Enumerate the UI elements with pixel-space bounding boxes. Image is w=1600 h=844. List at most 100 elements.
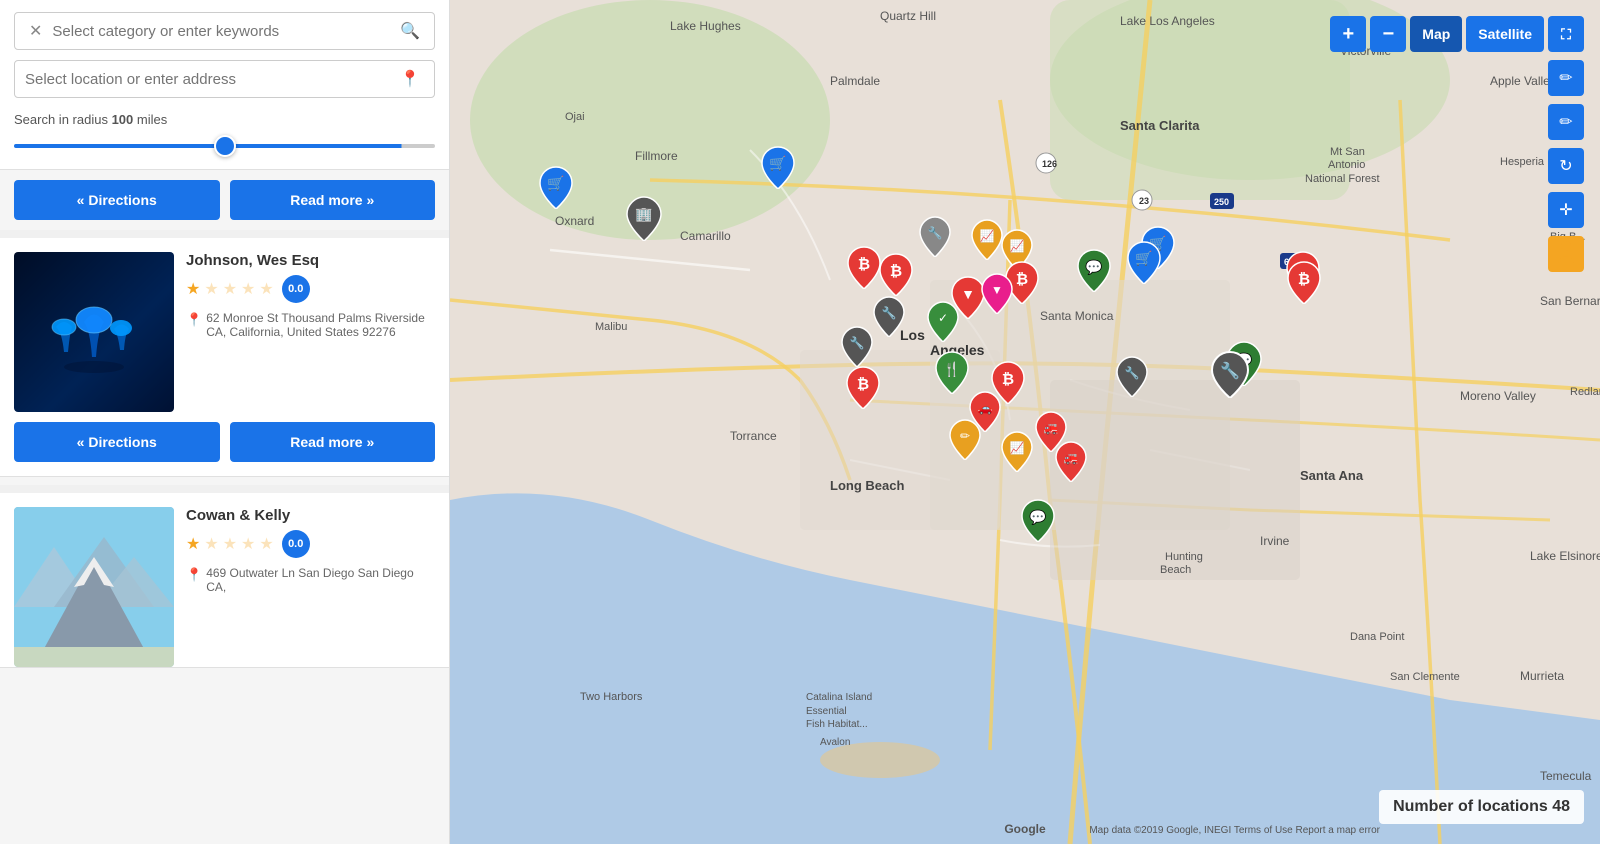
location-search-input[interactable] bbox=[25, 71, 396, 88]
star-3: ★ bbox=[223, 279, 237, 299]
svg-text:Palmdale: Palmdale bbox=[830, 74, 880, 88]
radius-label: Search in radius 100 miles bbox=[14, 112, 435, 127]
svg-text:Temecula: Temecula bbox=[1540, 769, 1592, 783]
map-controls-top-right: + − Map Satellite ⛶ bbox=[1330, 16, 1584, 52]
svg-text:Torrance: Torrance bbox=[730, 429, 777, 443]
listing-name-cowan: Cowan & Kelly bbox=[186, 507, 435, 524]
satellite-view-button[interactable]: Satellite bbox=[1466, 16, 1544, 52]
radius-value: 100 bbox=[112, 112, 134, 127]
listing-card-cowan: Cowan & Kelly ★ ★ ★ ★ ★ 0.0 📍 469 Outwat… bbox=[0, 493, 449, 668]
radius-slider[interactable] bbox=[14, 144, 435, 148]
svg-text:605: 605 bbox=[1284, 257, 1299, 267]
svg-text:Los: Los bbox=[900, 327, 925, 343]
star-4: ★ bbox=[241, 279, 255, 299]
listing-card-buttons-johnson: « Directions Read more » bbox=[0, 412, 449, 476]
directions-button-johnson[interactable]: « Directions bbox=[14, 422, 220, 462]
radius-section: Search in radius 100 miles bbox=[14, 108, 435, 155]
listing-image-johnson bbox=[14, 252, 174, 412]
person-svg bbox=[1556, 240, 1576, 268]
listing-card-inner-johnson: Johnson, Wes Esq ★ ★ ★ ★ ★ 0.0 📍 62 Monr… bbox=[0, 238, 449, 412]
rating-badge-johnson: 0.0 bbox=[282, 275, 310, 303]
svg-text:Quartz Hill: Quartz Hill bbox=[880, 9, 936, 23]
listing-stars-cowan: ★ ★ ★ ★ ★ 0.0 bbox=[186, 530, 435, 558]
listing-info-johnson: Johnson, Wes Esq ★ ★ ★ ★ ★ 0.0 📍 62 Monr… bbox=[186, 252, 435, 412]
svg-text:Antonio: Antonio bbox=[1328, 159, 1365, 171]
svg-text:Angeles: Angeles bbox=[930, 342, 985, 358]
mountain-svg bbox=[14, 507, 174, 667]
svg-text:Long Beach: Long Beach bbox=[830, 478, 904, 493]
svg-text:Lake Hughes: Lake Hughes bbox=[670, 19, 741, 33]
location-count-label: Number of locations bbox=[1393, 798, 1548, 815]
listing-stars-johnson: ★ ★ ★ ★ ★ 0.0 bbox=[186, 275, 435, 303]
svg-text:Hesperia: Hesperia bbox=[1500, 156, 1545, 168]
map-edit-2-button[interactable]: ✏ bbox=[1548, 104, 1584, 140]
svg-text:Oxnard: Oxnard bbox=[555, 214, 594, 228]
map-terms: Map data ©2019 Google, INEGI Terms of Us… bbox=[1089, 825, 1380, 836]
read-more-button-johnson[interactable]: Read more » bbox=[230, 422, 436, 462]
star-1: ★ bbox=[186, 279, 200, 299]
svg-text:Santa Clarita: Santa Clarita bbox=[1120, 118, 1200, 133]
map-view-button[interactable]: Map bbox=[1410, 16, 1462, 52]
mushroom-image bbox=[14, 252, 174, 412]
svg-text:Lake Elsinore: Lake Elsinore bbox=[1530, 549, 1600, 563]
map-side-controls: ✏ ✏ ↻ ✛ bbox=[1548, 60, 1584, 272]
svg-text:Santa Monica: Santa Monica bbox=[1040, 309, 1114, 323]
listing-name-johnson: Johnson, Wes Esq bbox=[186, 252, 435, 269]
mushroom-svg bbox=[34, 272, 154, 392]
read-more-button-1[interactable]: Read more » bbox=[230, 180, 436, 220]
svg-text:San Clemente: San Clemente bbox=[1390, 671, 1460, 683]
svg-text:Dana Point: Dana Point bbox=[1350, 631, 1404, 643]
svg-text:Camarillo: Camarillo bbox=[680, 229, 731, 243]
svg-text:Essential: Essential bbox=[806, 706, 847, 717]
star-c5: ★ bbox=[259, 534, 273, 554]
listing-card-inner-cowan: Cowan & Kelly ★ ★ ★ ★ ★ 0.0 📍 469 Outwat… bbox=[0, 493, 449, 667]
google-attribution: Google bbox=[1004, 822, 1045, 836]
svg-text:Fillmore: Fillmore bbox=[635, 149, 678, 163]
directions-button-1[interactable]: « Directions bbox=[14, 180, 220, 220]
person-icon-button[interactable] bbox=[1548, 236, 1584, 272]
svg-text:Two Harbors: Two Harbors bbox=[580, 691, 643, 703]
location-count-value: 48 bbox=[1552, 798, 1570, 815]
edit-map-button[interactable]: ✏ bbox=[1548, 60, 1584, 96]
svg-text:Lake Los Angeles: Lake Los Angeles bbox=[1120, 14, 1215, 28]
refresh-button[interactable]: ↻ bbox=[1548, 148, 1584, 184]
address-pin-icon-johnson: 📍 bbox=[186, 312, 202, 328]
svg-text:Hunting: Hunting bbox=[1165, 551, 1203, 563]
left-panel: ✕ 🔍 📍 Search in radius 100 miles « Direc… bbox=[0, 0, 450, 844]
search-section: ✕ 🔍 📍 Search in radius 100 miles bbox=[0, 0, 449, 170]
svg-text:Beach: Beach bbox=[1160, 564, 1191, 576]
mountain-image bbox=[14, 507, 174, 667]
panel-separator-2 bbox=[0, 485, 449, 493]
svg-text:Mt San: Mt San bbox=[1330, 146, 1365, 158]
svg-text:Malibu: Malibu bbox=[595, 321, 627, 333]
svg-text:23: 23 bbox=[1139, 196, 1149, 206]
move-button[interactable]: ✛ bbox=[1548, 192, 1584, 228]
star-c2: ★ bbox=[204, 534, 218, 554]
first-card-buttons: « Directions Read more » bbox=[0, 170, 449, 230]
svg-text:Santa Ana: Santa Ana bbox=[1300, 468, 1364, 483]
svg-text:Ojai: Ojai bbox=[565, 111, 585, 123]
svg-text:Fish Habitat...: Fish Habitat... bbox=[806, 719, 868, 730]
star-5: ★ bbox=[259, 279, 273, 299]
keyword-search-input[interactable] bbox=[52, 23, 396, 40]
clear-keyword-button[interactable]: ✕ bbox=[25, 21, 46, 41]
zoom-out-button[interactable]: − bbox=[1370, 16, 1406, 52]
zoom-in-button[interactable]: + bbox=[1330, 16, 1366, 52]
listing-address-cowan: 📍 469 Outwater Ln San Diego San Diego CA… bbox=[186, 566, 435, 594]
star-c3: ★ bbox=[223, 534, 237, 554]
svg-text:Redlands: Redlands bbox=[1570, 386, 1600, 398]
svg-text:Murrieta: Murrieta bbox=[1520, 669, 1564, 683]
location-count: Number of locations 48 bbox=[1379, 790, 1584, 824]
location-search-box: 📍 bbox=[14, 60, 435, 98]
listing-address-johnson: 📍 62 Monroe St Thousand Palms Riverside … bbox=[186, 311, 435, 339]
svg-text:250: 250 bbox=[1214, 197, 1229, 207]
svg-text:Moreno Valley: Moreno Valley bbox=[1460, 389, 1536, 403]
fullscreen-button[interactable]: ⛶ bbox=[1548, 16, 1584, 52]
svg-text:Catalina Island: Catalina Island bbox=[806, 692, 872, 703]
rating-badge-cowan: 0.0 bbox=[282, 530, 310, 558]
svg-text:Irvine: Irvine bbox=[1260, 534, 1290, 548]
panel-separator-1 bbox=[0, 230, 449, 238]
keyword-search-icon[interactable]: 🔍 bbox=[396, 21, 424, 41]
svg-text:Avalon: Avalon bbox=[820, 737, 850, 748]
location-pin-icon[interactable]: 📍 bbox=[396, 69, 424, 89]
